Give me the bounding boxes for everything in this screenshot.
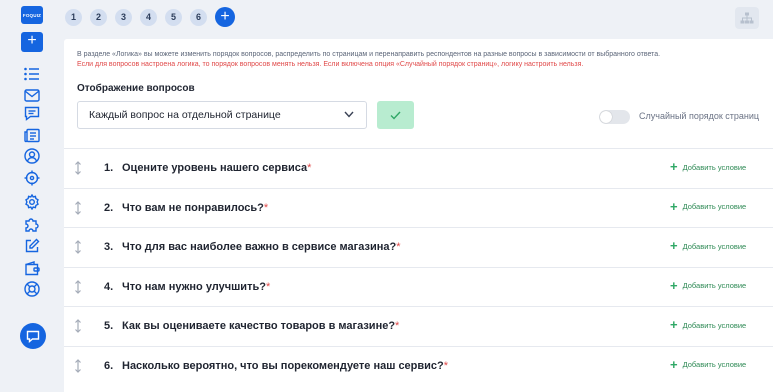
question-number: 1.: [104, 162, 114, 174]
add-condition-button[interactable]: + Добавить условие: [670, 317, 747, 332]
page-tab-6[interactable]: 6: [190, 8, 207, 26]
required-mark: *: [307, 162, 312, 174]
question-number: 6.: [104, 359, 114, 372]
required-mark: *: [395, 320, 400, 332]
puzzle-icon[interactable]: [22, 214, 42, 234]
logo[interactable]: FOQUIZ: [21, 6, 43, 24]
target-icon[interactable]: [22, 168, 42, 188]
plus-icon: +: [670, 317, 678, 332]
question-title: Как вы оцениваете качество товаров в маг…: [122, 320, 396, 332]
required-mark: *: [265, 280, 271, 293]
page-tab-5[interactable]: 5: [165, 8, 182, 26]
add-condition-label: Добавить условие: [682, 281, 747, 290]
drag-handle-icon[interactable]: [74, 200, 82, 215]
question-row: 1. Оцените уровень нашего сервиса* + Доба…: [64, 148, 773, 188]
question-text: Как вы оцениваете качество товаров в маг…: [122, 320, 399, 332]
question-row: 5. Как вы оцениваете качество товаров в …: [64, 306, 773, 346]
chevron-down-icon: [344, 111, 354, 118]
newspaper-icon[interactable]: [22, 125, 42, 145]
question-text: Что вам не понравилось?*: [122, 202, 268, 214]
required-mark: *: [396, 241, 401, 253]
question-title: Насколько вероятно, что вы порекомендует…: [122, 359, 444, 372]
page-tab-3[interactable]: 3: [115, 8, 132, 26]
question-row: 6. Насколько вероятно, что вы порекоменд…: [64, 345, 773, 386]
question-list: 1. Оцените уровень нашего сервиса* + Доба…: [64, 148, 773, 385]
display-mode-select[interactable]: Каждый вопрос на отдельной странице: [77, 101, 367, 129]
question-row: 3. Что для вас наиболее важно в сервисе …: [64, 227, 773, 267]
add-condition-label: Добавить условие: [682, 320, 747, 330]
wallet-icon[interactable]: [22, 258, 42, 278]
lifebuoy-icon[interactable]: [22, 279, 42, 299]
logic-tree-button[interactable]: [735, 7, 759, 29]
warning-line: Если для вопросов настроена логика, то п…: [77, 60, 584, 68]
question-number: 4.: [104, 280, 114, 293]
add-condition-button[interactable]: + Добавить условие: [670, 198, 747, 214]
drag-handle-icon[interactable]: [74, 279, 82, 294]
display-mode-value: Каждый вопрос на отдельной странице: [89, 109, 281, 121]
drag-handle-icon[interactable]: [74, 319, 82, 333]
question-title: Что вам не понравилось?: [122, 201, 264, 214]
page-tab-4[interactable]: 4: [140, 8, 157, 26]
edit-icon[interactable]: [22, 236, 42, 256]
list-icon[interactable]: [22, 64, 42, 84]
question-text: Что нам нужно улучшить?*: [122, 281, 270, 293]
question-number: 5.: [104, 320, 114, 332]
gear-icon[interactable]: [22, 192, 42, 212]
drag-handle-icon[interactable]: [74, 240, 82, 254]
apply-button[interactable]: [377, 101, 414, 129]
chat-button[interactable]: [20, 323, 46, 349]
mail-icon[interactable]: [22, 85, 42, 105]
info-text: В разделе «Логика» вы можете изменить по…: [77, 50, 660, 69]
sitemap-icon: [740, 12, 754, 24]
random-pages-toggle[interactable]: [599, 110, 630, 124]
add-condition-button[interactable]: + Добавить условие: [670, 159, 747, 174]
sidebar: FOQUIZ +: [0, 0, 64, 392]
add-condition-button[interactable]: + Добавить условие: [670, 238, 747, 253]
page-tabs: 1 2 3 4 5 6 +: [65, 7, 235, 27]
required-mark: *: [263, 201, 269, 214]
comment-icon[interactable]: [22, 103, 42, 123]
question-title: Что для вас наиболее важно в сервисе маг…: [122, 241, 397, 253]
random-pages-label: Случайный порядок страниц: [639, 111, 760, 121]
check-icon: [390, 111, 401, 120]
add-condition-button[interactable]: + Добавить условие: [670, 277, 747, 293]
add-condition-label: Добавить условие: [682, 202, 747, 211]
question-number: 2.: [104, 201, 114, 214]
add-condition-label: Добавить условие: [682, 360, 747, 369]
info-line: В разделе «Логика» вы можете изменить по…: [77, 51, 661, 58]
question-text: Что для вас наиболее важно в сервисе маг…: [122, 241, 400, 253]
question-text: Оцените уровень нашего сервиса*: [122, 162, 311, 174]
question-text: Насколько вероятно, что вы порекомендует…: [122, 360, 448, 372]
add-page-button[interactable]: +: [215, 7, 235, 27]
question-number: 3.: [104, 241, 114, 253]
plus-icon: +: [670, 238, 678, 253]
required-mark: *: [443, 359, 449, 372]
user-icon[interactable]: [22, 146, 42, 166]
drag-handle-icon[interactable]: [74, 358, 82, 373]
drag-handle-icon[interactable]: [74, 161, 82, 175]
page-tab-2[interactable]: 2: [90, 8, 107, 26]
question-title: Оцените уровень нашего сервиса: [122, 162, 308, 174]
chat-icon: [26, 330, 40, 343]
question-title: Что нам нужно улучшить?: [122, 280, 266, 293]
question-row: 2. Что вам не понравилось?* + Добавить ус…: [64, 187, 773, 228]
plus-icon: +: [670, 159, 678, 174]
display-section-title: Отображение вопросов: [77, 83, 195, 94]
create-survey-button[interactable]: +: [21, 32, 43, 52]
logic-panel: В разделе «Логика» вы можете изменить по…: [64, 39, 773, 392]
question-row: 4. Что нам нужно улучшить?* + Добавить ус…: [64, 266, 773, 307]
plus-icon: +: [670, 277, 678, 293]
plus-icon: +: [670, 356, 678, 372]
toggle-knob: [600, 111, 612, 123]
add-condition-button[interactable]: + Добавить условие: [670, 356, 747, 372]
page-tab-1[interactable]: 1: [65, 8, 82, 26]
plus-icon: +: [670, 198, 678, 214]
add-condition-label: Добавить условие: [682, 162, 747, 172]
add-condition-label: Добавить условие: [682, 241, 747, 251]
